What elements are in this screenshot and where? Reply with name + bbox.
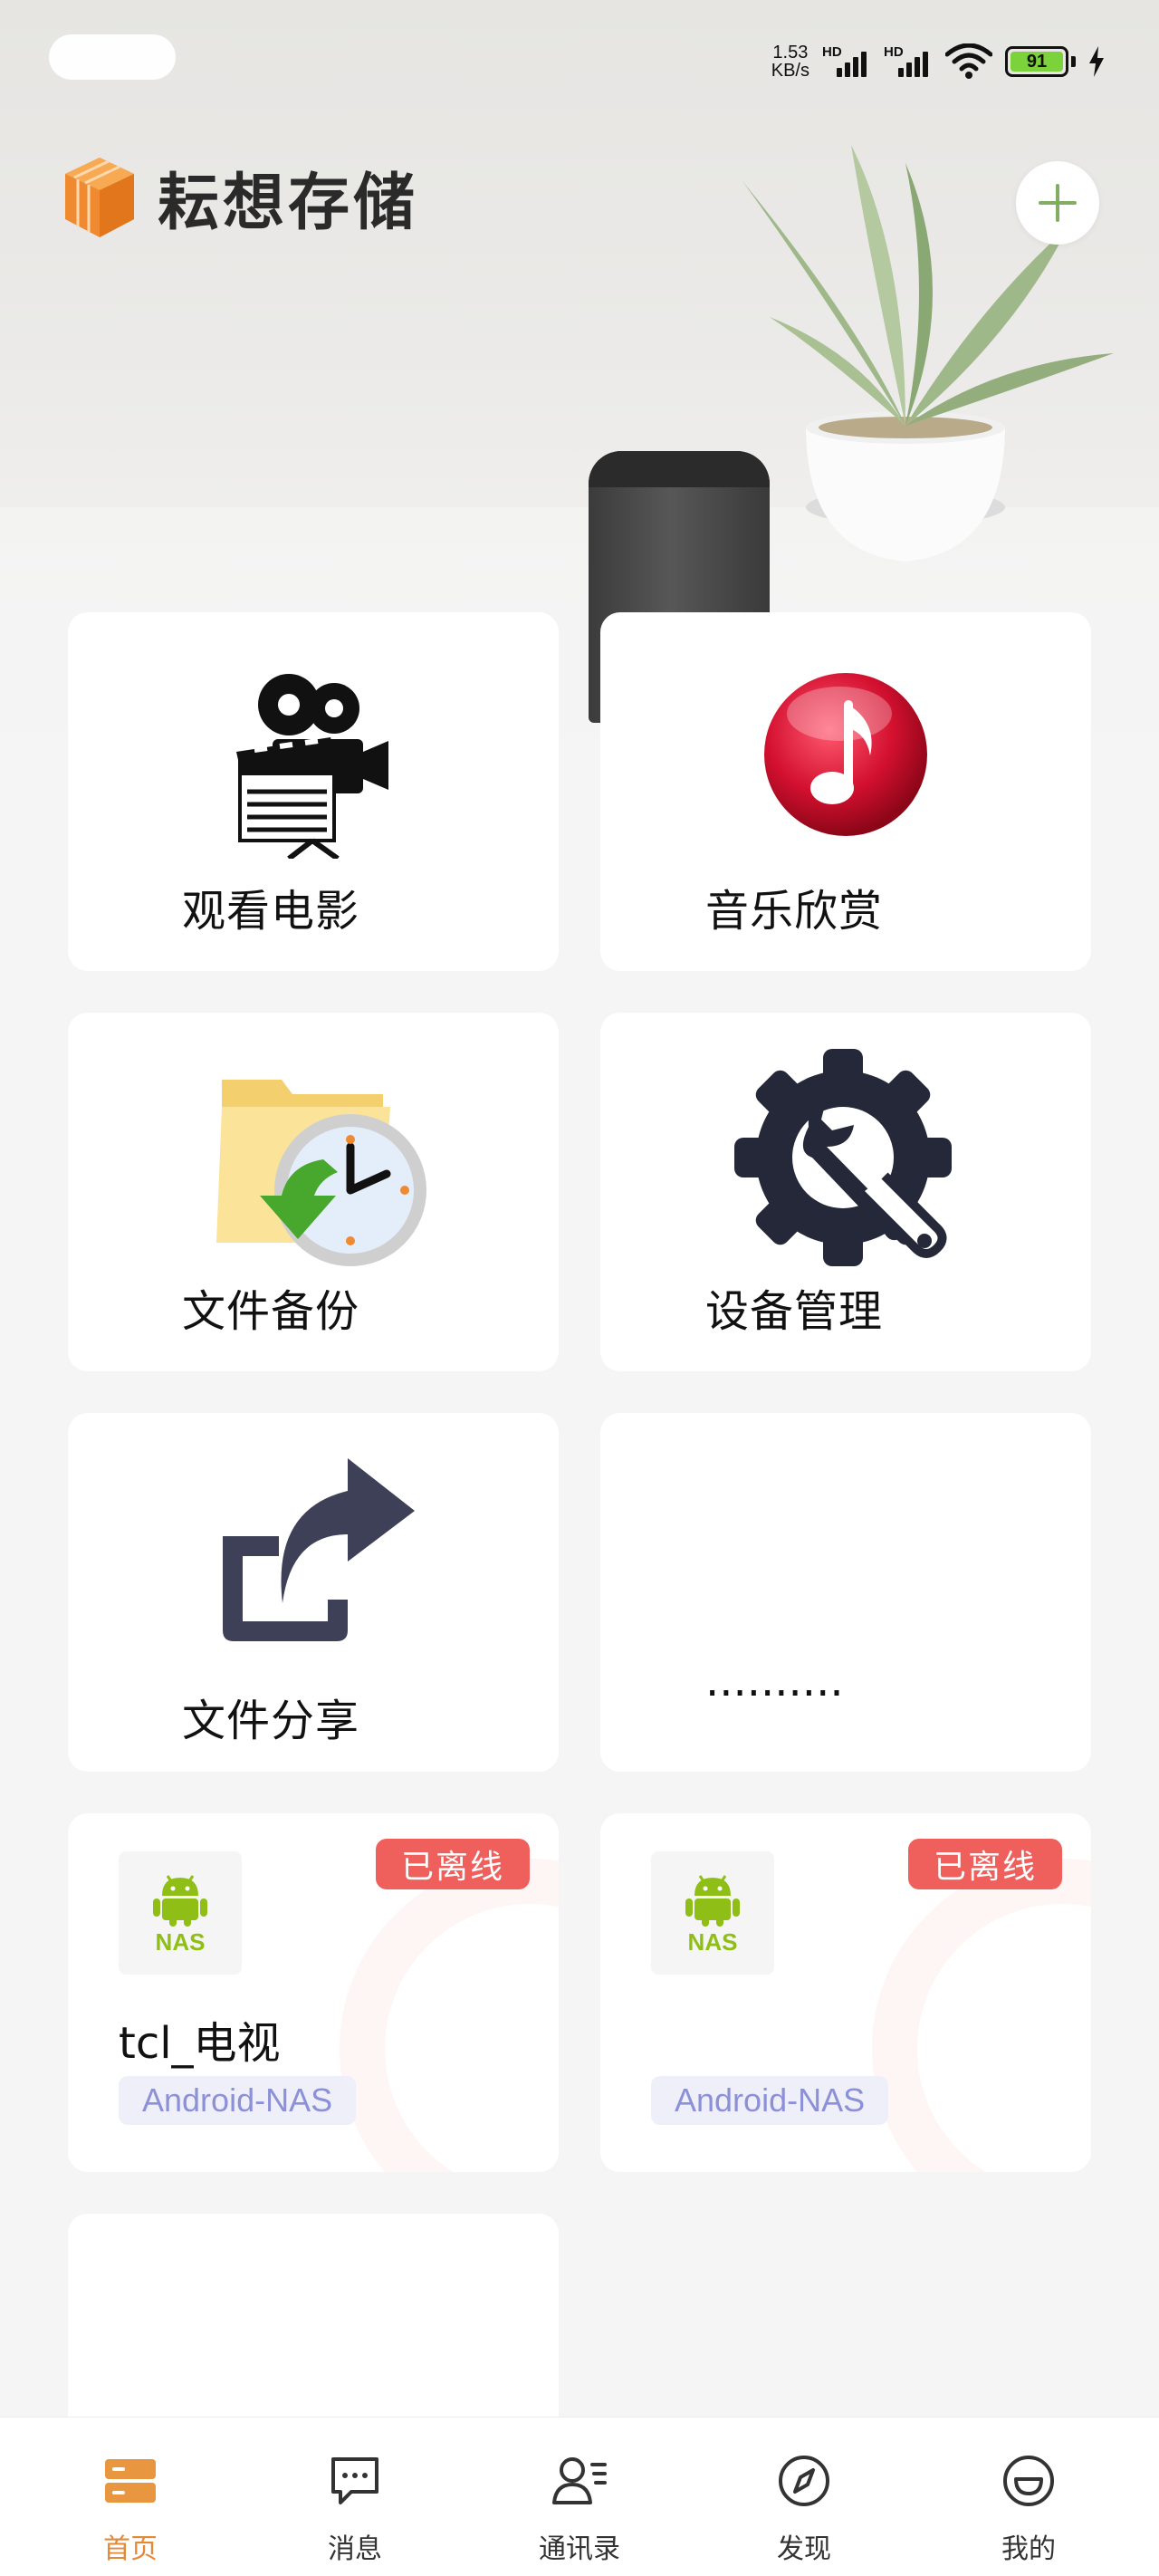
feature-card-movies[interactable]: 观看电影 bbox=[68, 612, 559, 971]
app-logo-icon bbox=[65, 157, 134, 237]
nas-icon-label: NAS bbox=[155, 1927, 206, 1956]
music-note-icon bbox=[764, 673, 927, 836]
device-card[interactable]: NAS 已离线 Android-NAS bbox=[600, 1813, 1091, 2172]
contacts-icon bbox=[551, 2452, 608, 2510]
android-robot-icon bbox=[153, 1874, 207, 1927]
brand-header: 耘想存储 bbox=[62, 152, 418, 242]
signal-strength-icon: HD bbox=[822, 44, 871, 77]
nav-label: 消息 bbox=[328, 2533, 382, 2565]
feature-label: 设备管理 bbox=[705, 1286, 884, 1337]
nav-label: 我的 bbox=[1001, 2533, 1056, 2565]
add-device-button[interactable] bbox=[1016, 161, 1099, 245]
device-card[interactable]: NAS 已离线 tcl_电视 Android-NAS bbox=[68, 1813, 559, 2172]
feature-card-music[interactable]: 音乐欣赏 bbox=[600, 612, 1091, 971]
nav-item-contacts[interactable]: 通讯录 bbox=[498, 2452, 661, 2566]
card-decoration bbox=[872, 1859, 1091, 2172]
device-name: tcl_电视 bbox=[119, 2018, 281, 2069]
feature-label: .......... bbox=[705, 1656, 844, 1706]
feature-card-device-management[interactable]: 设备管理 bbox=[600, 1013, 1091, 1371]
network-speed-value: 1.53 bbox=[772, 43, 809, 62]
nav-item-home[interactable]: 首页 bbox=[49, 2452, 212, 2566]
device-type-tag: Android-NAS bbox=[119, 2076, 357, 2125]
feature-label: 音乐欣赏 bbox=[705, 886, 884, 937]
charging-icon bbox=[1089, 46, 1104, 77]
network-speed-unit: KB/s bbox=[771, 61, 809, 81]
offline-status-badge: 已离线 bbox=[375, 1839, 530, 1889]
home-server-icon bbox=[101, 2452, 159, 2510]
nav-label: 发现 bbox=[777, 2533, 831, 2565]
nav-item-discover[interactable]: 发现 bbox=[723, 2452, 886, 2566]
message-icon bbox=[326, 2452, 384, 2510]
profile-icon bbox=[1000, 2452, 1058, 2510]
app-title: 耘想存储 bbox=[158, 168, 419, 239]
folder-clock-icon bbox=[216, 1080, 426, 1266]
nav-item-profile[interactable]: 我的 bbox=[947, 2452, 1110, 2566]
bottom-navigation: 首页 消息 通讯录 发现 我的 bbox=[0, 2417, 1159, 2576]
gear-wrench-icon bbox=[734, 1049, 952, 1266]
hd-label-2: HD bbox=[884, 44, 904, 60]
feature-card-backup[interactable]: 文件备份 bbox=[68, 1013, 559, 1371]
share-arrow-icon bbox=[223, 1458, 415, 1641]
battery-icon: 91 bbox=[1005, 46, 1076, 77]
compass-icon bbox=[775, 2452, 833, 2510]
network-speed: 1.53 KB/s bbox=[771, 43, 809, 80]
battery-level: 91 bbox=[1011, 52, 1063, 72]
status-bar-blank bbox=[49, 34, 176, 80]
android-nas-icon: NAS bbox=[651, 1851, 774, 1975]
movie-camera-icon bbox=[236, 674, 388, 859]
android-robot-icon bbox=[685, 1874, 740, 1927]
offline-status-badge: 已离线 bbox=[907, 1839, 1062, 1889]
nav-label: 首页 bbox=[103, 2533, 158, 2565]
feature-card-more[interactable]: .......... bbox=[600, 1413, 1091, 1772]
feature-label: 观看电影 bbox=[182, 886, 360, 937]
android-nas-icon: NAS bbox=[119, 1851, 242, 1975]
feature-label: 文件备份 bbox=[182, 1286, 360, 1337]
nas-icon-label: NAS bbox=[687, 1927, 738, 1956]
wifi-icon bbox=[945, 43, 992, 79]
signal-strength-icon-2: HD bbox=[884, 44, 933, 77]
plus-icon bbox=[1039, 184, 1077, 222]
card-decoration bbox=[340, 1859, 559, 2172]
device-type-tag: Android-NAS bbox=[651, 2076, 889, 2125]
hd-label: HD bbox=[822, 44, 842, 60]
status-bar: 1.53 KB/s HD HD 91 bbox=[771, 34, 1105, 89]
nav-label: 通讯录 bbox=[539, 2533, 620, 2565]
feature-label: 文件分享 bbox=[182, 1696, 360, 1746]
app-screen: 1.53 KB/s HD HD 91 耘想存储 观看电影 音乐欣赏 文件备份 设… bbox=[0, 0, 1159, 2576]
nav-item-messages[interactable]: 消息 bbox=[273, 2452, 436, 2566]
feature-card-file-share[interactable]: 文件分享 bbox=[68, 1413, 559, 1772]
